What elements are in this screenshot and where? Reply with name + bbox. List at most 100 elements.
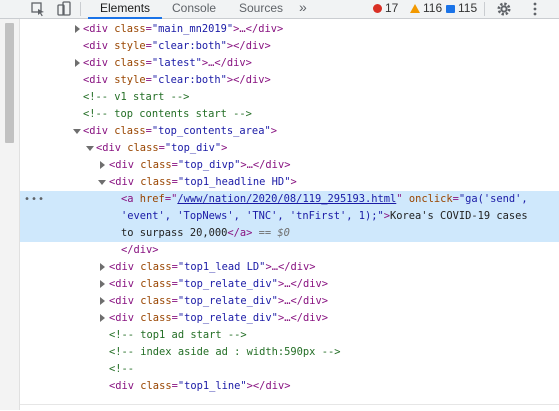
dom-node-top-relate-div[interactable]: <div class="top_relate_div">…</div> xyxy=(20,276,559,293)
tag-rest: > xyxy=(221,142,228,154)
dom-comment-open[interactable]: <!-- xyxy=(20,361,559,378)
dom-node-top-relate-div[interactable]: <div class="top_relate_div">…</div> xyxy=(20,310,559,327)
settings-gear-icon[interactable] xyxy=(496,1,512,17)
dom-node-top-divp[interactable]: <div class="top_divp">…</div> xyxy=(20,157,559,174)
tag-open: <div xyxy=(83,125,109,137)
tab-elements[interactable]: Elements xyxy=(87,0,163,19)
tag-open: <div xyxy=(83,57,109,69)
device-toolbar-icon[interactable] xyxy=(56,1,72,17)
dom-node-top-div[interactable]: <div class="top_div"> xyxy=(20,140,559,157)
dom-comment-index-aside-ad[interactable]: <!-- index aside ad : width:590px --> xyxy=(20,344,559,361)
dom-node-anchor-selected-cont2[interactable]: to surpass 20,000</a> == $0 xyxy=(20,225,559,242)
attr-value: "top_relate_div" xyxy=(177,312,278,324)
tag-rest: ></div> xyxy=(226,74,271,86)
attr-name: href xyxy=(139,193,165,205)
tag-open: <div xyxy=(109,176,135,188)
dom-node-anchor-selected[interactable]: ••• <a href="/www/nation/2020/08/119_295… xyxy=(20,191,559,208)
warning-icon xyxy=(410,4,420,13)
dom-node-top1-line[interactable]: <div class="top1_line"></div> xyxy=(20,378,559,395)
expand-arrow-icon[interactable] xyxy=(100,314,105,322)
comment-text: <!-- top1 ad start --> xyxy=(109,329,247,341)
expand-arrow-icon[interactable] xyxy=(100,297,105,305)
tab-sources[interactable]: Sources xyxy=(239,0,283,18)
dom-node-top1-lead[interactable]: <div class="top1_lead LD">…</div> xyxy=(20,259,559,276)
attr-value: "top1_lead LD" xyxy=(177,261,266,273)
expand-arrow-icon[interactable] xyxy=(75,59,80,67)
tag-open: <div xyxy=(83,23,109,35)
tag-rest: >…</div> xyxy=(233,23,284,35)
error-count-text: 17 xyxy=(385,1,399,15)
href-link[interactable]: /www/nation/2020/08/119_295193.html xyxy=(177,193,396,205)
expand-arrow-icon[interactable] xyxy=(75,25,80,33)
dom-comment-v1-start[interactable]: <!-- v1 start --> xyxy=(20,89,559,106)
inspect-element-icon[interactable] xyxy=(30,1,46,17)
more-actions-dots-icon[interactable]: ••• xyxy=(24,191,45,208)
attr-name: style xyxy=(114,74,146,86)
message-count[interactable]: 115 xyxy=(446,0,477,18)
tag-open: <a xyxy=(121,193,134,205)
attr-value: "top_divp" xyxy=(177,159,241,171)
tag-open: <div xyxy=(109,159,135,171)
attr-eq: =" xyxy=(164,193,178,205)
dom-node-anchor-selected-cont[interactable]: 'event', 'TopNews', 'TNC', 'tnFirst', 1)… xyxy=(20,208,559,225)
tag-open: <div xyxy=(83,40,109,52)
tag-open: <div xyxy=(109,295,135,307)
dom-node-clear-both[interactable]: <div style="clear:both"></div> xyxy=(20,38,559,55)
dom-comment-top1-ad-start[interactable]: <!-- top1 ad start --> xyxy=(20,327,559,344)
expand-arrow-icon[interactable] xyxy=(100,263,105,271)
dom-node-clear-both[interactable]: <div style="clear:both"></div> xyxy=(20,72,559,89)
attr-value: "main_mn2019" xyxy=(151,23,234,35)
attr-name: class xyxy=(140,261,172,273)
dom-node-top1-headline[interactable]: <div class="top1_headline HD"> xyxy=(20,174,559,191)
tab-console[interactable]: Console xyxy=(172,0,216,18)
toolbar-separator xyxy=(484,2,485,16)
dom-node-top-contents-area[interactable]: <div class="top_contents_area"> xyxy=(20,123,559,140)
collapse-arrow-icon[interactable] xyxy=(73,129,81,134)
attr-value: "latest" xyxy=(151,57,202,69)
warning-count-text: 116 xyxy=(423,1,443,15)
attr-name: class xyxy=(140,380,172,392)
attr-value: "top1_line" xyxy=(177,380,247,392)
attr-name: class xyxy=(140,295,172,307)
dom-node-main-mn2019[interactable]: <div class="main_mn2019">…</div> xyxy=(20,21,559,38)
tag-rest: >…</div> xyxy=(240,159,291,171)
attr-value: "clear:both" xyxy=(151,74,227,86)
attr-name: style xyxy=(114,40,146,52)
attr-name: class xyxy=(140,278,172,290)
anchor-text: Korea's COVID-19 cases xyxy=(390,210,528,222)
more-tabs-button[interactable]: » xyxy=(299,0,307,18)
warning-count[interactable]: 116 xyxy=(410,0,442,18)
scrollbar-thumb[interactable] xyxy=(5,23,14,143)
dom-node-close-div[interactable]: </div> xyxy=(20,242,559,259)
comment-text: <!-- v1 start --> xyxy=(83,91,190,103)
comment-text: <!-- top contents start --> xyxy=(83,108,252,120)
attr-name: class xyxy=(114,125,146,137)
anchor-text: to surpass 20,000 xyxy=(121,227,228,239)
toolbar-separator xyxy=(80,2,81,16)
tag-rest: >…</div> xyxy=(201,57,252,69)
dom-node-latest[interactable]: <div class="latest">…</div> xyxy=(20,55,559,72)
tag-close: </div> xyxy=(121,244,159,256)
attr-name: class xyxy=(140,312,172,324)
collapse-arrow-icon[interactable] xyxy=(98,180,106,185)
dom-node-top-relate-div[interactable]: <div class="top_relate_div">…</div> xyxy=(20,293,559,310)
comment-text: <!-- index aside ad : width:590px --> xyxy=(109,346,341,358)
attr-name: class xyxy=(114,57,146,69)
more-options-icon[interactable] xyxy=(527,1,543,17)
expand-arrow-icon[interactable] xyxy=(100,161,105,169)
collapse-arrow-icon[interactable] xyxy=(86,146,94,151)
tag-open: <div xyxy=(96,142,122,154)
tag-rest: > xyxy=(290,176,297,188)
left-scrollbar[interactable] xyxy=(0,19,20,410)
tag-rest: >…</div> xyxy=(265,261,316,273)
attr-value: 'event', 'TopNews', 'TNC', 'tnFirst', 1)… xyxy=(121,210,384,222)
expand-arrow-icon[interactable] xyxy=(100,280,105,288)
message-icon xyxy=(446,5,455,13)
attr-name: class xyxy=(140,159,172,171)
devtools-toolbar: Elements Console Sources » 17 116 115 xyxy=(0,0,559,19)
message-count-text: 115 xyxy=(458,1,478,15)
error-count[interactable]: 17 xyxy=(373,0,398,18)
tag-rest: >…</div> xyxy=(277,278,328,290)
dom-comment-top-contents-start[interactable]: <!-- top contents start --> xyxy=(20,106,559,123)
attr-name: class xyxy=(140,176,172,188)
